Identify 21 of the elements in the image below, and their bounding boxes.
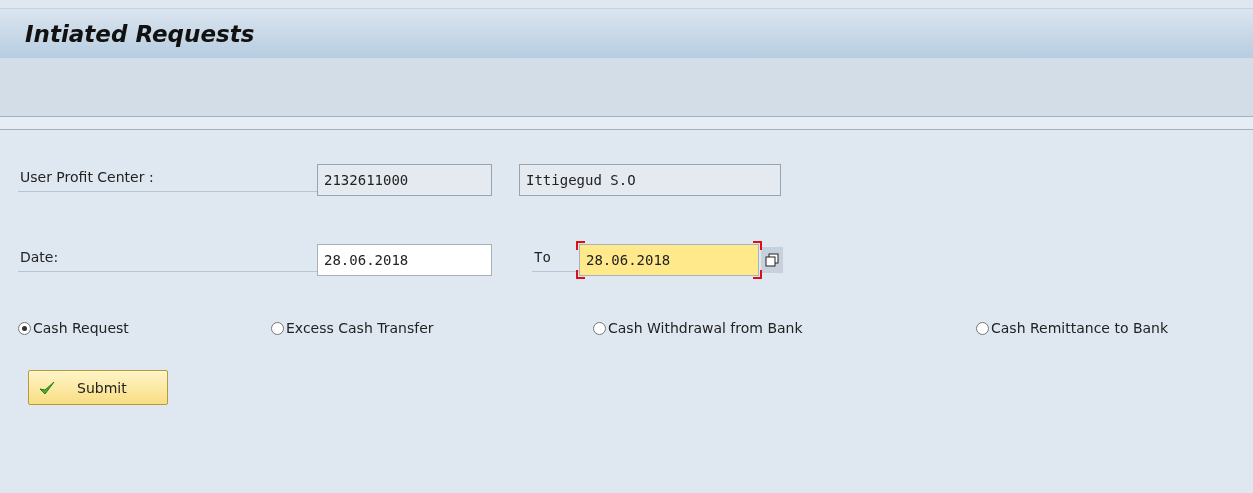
input-field[interactable]: Ittigegud S.O [519,164,781,196]
radio-button[interactable] [18,321,31,335]
radio-button[interactable] [593,321,606,335]
stacked-squares-icon [765,253,779,267]
input-field[interactable]: 28.06.2018 [317,244,492,276]
radio-option[interactable]: Cash Withdrawal from Bank [593,320,976,336]
input-field[interactable]: 2132611000 [317,164,492,196]
radio-button[interactable] [271,321,284,335]
focus-corner [576,241,585,250]
radio-option[interactable]: Excess Cash Transfer [271,320,593,336]
focus-corner [576,270,585,279]
radio-option[interactable]: Cash Request [18,320,271,336]
input-field[interactable]: 28.06.2018 [579,244,759,276]
field-label: User Profit Center : [18,168,317,192]
submit-button[interactable]: Submit [28,370,168,405]
radio-option[interactable]: Cash Remittance to Bank [976,320,1253,336]
multiple-selection-button[interactable] [761,247,783,273]
checkmark-icon [39,380,55,395]
window-title: Intiated Requests [25,20,255,47]
radio-button[interactable] [976,321,989,335]
field-label: Date: [18,248,317,272]
